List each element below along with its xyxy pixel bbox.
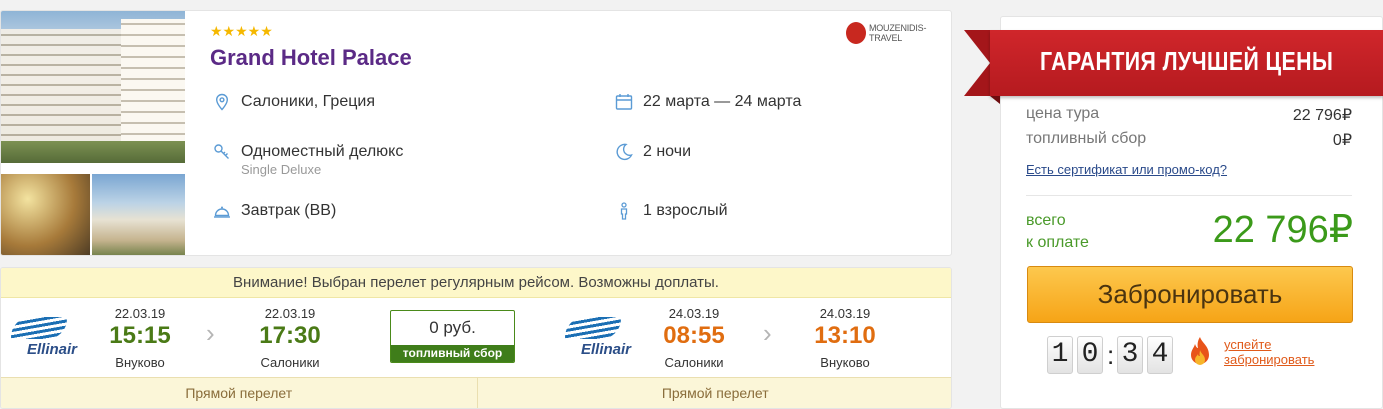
location-text: Салоники, Греция [241,93,375,110]
flight-warning: Внимание! Выбран перелет регулярным рейс… [1,268,951,298]
airline-name: Ellinair [581,341,632,358]
timer-digit: 0 [1077,336,1103,374]
room-info: Одноместный делюкс Single Deluxe [213,143,403,177]
fuel-fee-row: топливный сбор 0₽ [1026,130,1352,150]
outbound-arr-city: Салоники [260,355,320,370]
calendar-icon [615,94,633,110]
nights-text: 2 ночи [643,143,691,160]
hotel-photo-exterior[interactable] [92,174,185,255]
star-rating: ★★★★★ [210,23,273,39]
total-price: 22 796₽ [1212,209,1353,251]
divider [1026,195,1352,196]
person-icon [620,202,628,220]
flight-block: Внимание! Выбран перелет регулярным рейс… [0,267,952,409]
page: { "hotel": { "stars": "★★★★★", "name": "… [0,0,1383,409]
cloche-icon [214,206,230,218]
airline-logo-outbound: Ellinair [5,313,85,363]
photo-building-wing [121,19,185,144]
ribbon-fold [990,96,1000,104]
timer-digit: 1 [1047,336,1073,374]
operator-logo-icon [846,22,866,44]
inbound-arr-time: 13:10 [814,322,876,349]
tour-price-value: 22 796₽ [1292,107,1352,124]
dates-text: 22 марта — 24 марта [643,93,802,110]
hurry-link[interactable]: успейте забронировать [1224,337,1314,367]
total-label: всего к оплате [1026,210,1089,254]
meal-text: Завтрак (BB) [241,202,337,219]
hotel-photo-main[interactable] [1,11,185,163]
ribbon-tail [964,30,990,96]
inbound-dep-time: 08:55 [663,322,725,349]
operator-logo: MOUZENIDIS-TRAVEL [846,22,951,44]
location-info: Салоники, Греция [213,93,375,111]
airline-name: Ellinair [27,341,78,358]
outbound-flight-type: Прямой перелет [1,378,477,408]
timer-digit: 3 [1117,336,1143,374]
hotel-card: ★★★★★ Grand Hotel Palace MOUZENIDIS-TRAV… [0,10,952,256]
meal-info: Завтрак (BB) [213,202,336,220]
best-price-ribbon: ГАРАНТИЯ ЛУЧШЕЙ ЦЕНЫ [964,30,1383,104]
hotel-photo-room[interactable] [1,174,90,255]
nights-info: 2 ночи [615,143,691,161]
total-label-line2: к оплате [1026,234,1089,251]
chevron-right-icon: › [206,318,215,348]
hotel-name[interactable]: Grand Hotel Palace [210,45,412,71]
fuel-fee-row-value: 0₽ [1332,132,1352,149]
room-type: Одноместный делюкс [241,143,404,160]
operator-name: MOUZENIDIS-TRAVEL [868,23,927,43]
inbound-dep-city: Салоники [664,355,724,370]
timer-digit: 4 [1147,336,1173,374]
inbound-arr-city: Внуково [820,355,870,370]
photo-lawn [1,141,185,163]
airline-logo-inbound: Ellinair [559,313,639,363]
guests-info: 1 взрослый [615,202,728,220]
outbound-dep-city: Внуково [115,355,165,370]
key-icon [214,144,229,159]
flight-type-row: Прямой перелет Прямой перелет [1,377,951,408]
best-price-text: ГАРАНТИЯ ЛУЧШЕЙ ЦЕНЫ [1040,46,1334,76]
fuel-fee-row-label: топливный сбор [1026,130,1147,147]
countdown-timer: 1 0 : 3 4 [1047,336,1173,374]
tour-price-row: цена тура 22 796₽ [1026,105,1352,125]
timer-colon: : [1107,339,1115,370]
dates-info: 22 марта — 24 марта [615,93,801,111]
tour-price-label: цена тура [1026,105,1100,122]
inbound-flight-type: Прямой перелет [476,378,951,408]
hurry-line2: забронировать [1224,352,1315,367]
promo-code-link[interactable]: Есть сертификат или промо-код? [1026,162,1227,177]
airline-wing-icon [565,317,621,339]
outbound-dep-date: 22.03.19 [114,306,166,321]
flame-icon [1191,337,1209,365]
outbound-arr-date: 22.03.19 [264,306,316,321]
outbound-arr-time: 17:30 [259,322,321,349]
total-label-line1: всего [1026,212,1066,229]
outbound-dep-time: 15:15 [109,322,171,349]
fuel-fee-box: 0 руб. топливный сбор [390,310,515,363]
fuel-fee-label: топливный сбор [391,345,514,362]
room-type-sub: Single Deluxe [241,162,322,177]
map-pin-icon [215,93,229,111]
fuel-fee-amount: 0 руб. [429,318,476,337]
guests-text: 1 взрослый [643,202,728,219]
chevron-right-icon: › [763,318,772,348]
room-text-block: Одноместный делюкс Single Deluxe [241,143,403,177]
moon-icon [616,143,633,161]
airline-wing-icon [11,317,67,339]
inbound-dep-date: 24.03.19 [668,306,720,321]
book-button[interactable]: Забронировать [1027,266,1353,323]
inbound-arr-date: 24.03.19 [819,306,871,321]
hurry-line1: успейте [1224,337,1272,352]
